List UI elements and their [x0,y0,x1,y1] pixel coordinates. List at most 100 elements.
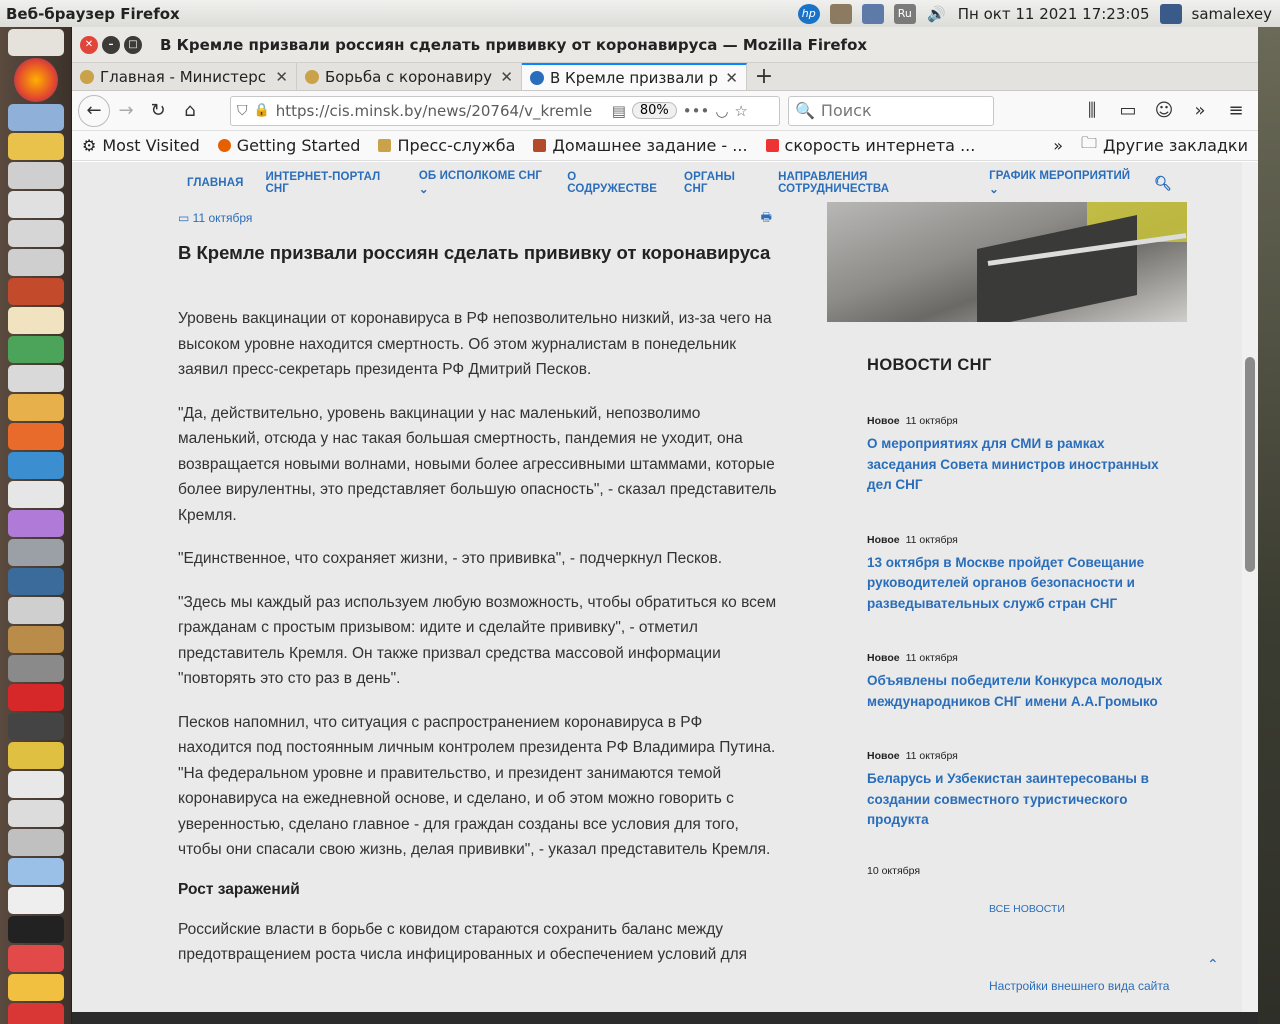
article: ▭ 11 октября 🖶 В Кремле призвали россиян… [178,206,778,968]
back-icon[interactable]: ← [78,94,110,127]
tab-covid[interactable]: Борьба с коронавиру ✕ [297,63,522,90]
nav-commonwealth[interactable]: О СОДРУЖЕСТВЕ [567,171,662,195]
launcher-app-icon[interactable] [8,684,64,711]
home-icon[interactable]: ⌂ [174,95,206,127]
tab-kremlin[interactable]: В Кремле призвали р ✕ [522,63,747,90]
scrollbar-thumb[interactable] [1245,357,1255,572]
nav-cooperation[interactable]: НАПРАВЛЕНИЯ СОТРУДНИЧЕСТВА [778,171,967,195]
launcher-app-icon[interactable] [8,423,64,450]
site-search-icon[interactable]: 🔍︎ [1154,175,1172,192]
forward-icon[interactable]: → [110,95,142,127]
launcher-home-icon[interactable] [8,29,64,56]
launcher-app-icon[interactable] [8,742,64,769]
launcher-app-icon[interactable] [8,916,64,943]
user-name[interactable]: samalexey [1192,5,1272,23]
tool-icon[interactable] [861,3,884,24]
all-news-link[interactable]: ВСЕ НОВОСТИ [989,903,1187,915]
close-tab-icon[interactable]: ✕ [500,68,513,86]
launcher-app-icon[interactable] [8,568,64,595]
sidebar-icon[interactable]: ▭ [1112,95,1144,127]
account-icon[interactable]: ☺ [1148,95,1180,127]
nav-portal[interactable]: ИНТЕРНЕТ-ПОРТАЛ СНГ [266,171,397,195]
page-actions-icon[interactable]: ••• [683,102,710,120]
menu-icon[interactable]: ≡ [1220,95,1252,127]
maximize-window-icon[interactable]: □ [124,35,142,54]
hp-icon[interactable]: hp [797,3,820,24]
bookmark-speed[interactable]: скорость интернета ... [765,136,975,155]
url-bar[interactable]: ⛉ 🔒 https://cis.minsk.by/news/20764/v_kr… [230,95,780,126]
launcher-app-icon[interactable] [8,278,64,305]
launcher-app-icon[interactable] [8,510,64,537]
close-tab-icon[interactable]: ✕ [725,69,738,87]
launcher-app-icon[interactable] [8,1003,64,1024]
news-link[interactable]: Беларусь и Узбекистан заинтересованы в с… [867,769,1167,831]
clock[interactable]: Пн окт 11 2021 17:23:05 [958,5,1150,23]
launcher-app-icon[interactable] [8,249,64,276]
launcher-app-icon[interactable] [8,191,64,218]
launcher-app-icon[interactable] [8,597,64,624]
launcher-app-icon[interactable] [8,220,64,247]
overflow-icon[interactable]: » [1184,95,1216,127]
close-window-icon[interactable]: ✕ [80,35,98,54]
volume-icon[interactable]: 🔊 [926,4,948,24]
launcher-app-icon[interactable] [8,452,64,479]
launcher-app-icon[interactable] [8,104,64,131]
launcher-app-icon[interactable] [8,307,64,334]
shield-icon[interactable]: ⛉ [237,103,248,119]
site-settings-link[interactable]: Настройки внешнего вида сайта [989,979,1169,993]
launcher-app-icon[interactable] [8,365,64,392]
sidebar-photo[interactable] [827,202,1187,322]
launcher-app-icon[interactable] [8,858,64,885]
nav-bodies[interactable]: ОРГАНЫ СНГ [684,171,756,195]
globe-icon [530,70,544,85]
nav-about-committee[interactable]: ОБ ИСПОЛКОМЕ СНГ ⌄ [419,170,545,196]
launcher-app-icon[interactable] [8,771,64,798]
launcher-app-icon[interactable] [8,626,64,653]
news-link[interactable]: Объявлены победители Конкурса молодых ме… [867,671,1167,712]
launcher-app-icon[interactable] [8,887,64,914]
new-tab-button[interactable]: + [747,63,781,90]
launcher-app-icon[interactable] [8,162,64,189]
other-bookmarks[interactable]: 🗀 Другие закладки [1081,132,1248,159]
url-text[interactable]: https://cis.minsk.by/news/20764/v_kremle [276,102,606,120]
bookmark-press[interactable]: Пресс-служба [378,136,515,155]
launcher-app-icon[interactable] [8,481,64,508]
launcher-app-icon[interactable] [8,829,64,856]
library-icon[interactable]: ⫼ [1076,95,1108,127]
tab-ministry[interactable]: Главная - Министерс ✕ [72,63,297,90]
star-icon[interactable]: ☆ [734,102,747,120]
launcher-firefox-icon[interactable] [14,58,58,102]
print-icon[interactable]: 🖶 [761,208,772,229]
close-tab-icon[interactable]: ✕ [275,68,288,86]
pocket-icon[interactable]: ◡ [715,102,728,120]
keyboard-layout[interactable]: Ru [893,3,916,24]
user-icon[interactable] [1159,3,1182,24]
reload-icon[interactable]: ↻ [142,95,174,127]
bookmark-most-visited[interactable]: ⚙ Most Visited [82,136,200,155]
minimize-window-icon[interactable]: – [102,35,120,54]
page-scrollbar[interactable] [1242,162,1258,1012]
zoom-level[interactable]: 80% [631,102,677,119]
nav-schedule[interactable]: ГРАФИК МЕРОПРИЯТИЙ ⌄ [989,170,1132,196]
bookmark-getting-started[interactable]: Getting Started [217,136,360,155]
launcher-app-icon[interactable] [8,394,64,421]
launcher-app-icon[interactable] [8,800,64,827]
lock-icon[interactable]: 🔒 [254,103,270,118]
search-bar[interactable]: 🔍 Поиск [788,95,994,126]
scroll-up-icon[interactable]: ⌃ [1207,957,1219,973]
news-link[interactable]: О мероприятиях для СМИ в рамках заседани… [867,434,1167,496]
reader-view-icon[interactable]: ▤ [612,102,626,120]
nav-home[interactable]: ГЛАВНАЯ [187,177,244,189]
launcher-app-icon[interactable] [8,945,64,972]
search-input[interactable]: Поиск [821,101,872,120]
launcher-app-icon[interactable] [8,133,64,160]
launcher-app-icon[interactable] [8,974,64,1001]
bookmarks-overflow-icon[interactable]: » [1053,136,1063,155]
launcher-app-icon[interactable] [8,655,64,682]
launcher-app-icon[interactable] [8,336,64,363]
launcher-app-icon[interactable] [8,539,64,566]
bookmark-homework[interactable]: Домашнее задание - ... [533,136,748,155]
launcher-app-icon[interactable] [8,713,64,740]
clipboard-icon[interactable] [829,3,852,24]
news-link[interactable]: 13 октября в Москве пройдет Совещание ру… [867,553,1167,615]
